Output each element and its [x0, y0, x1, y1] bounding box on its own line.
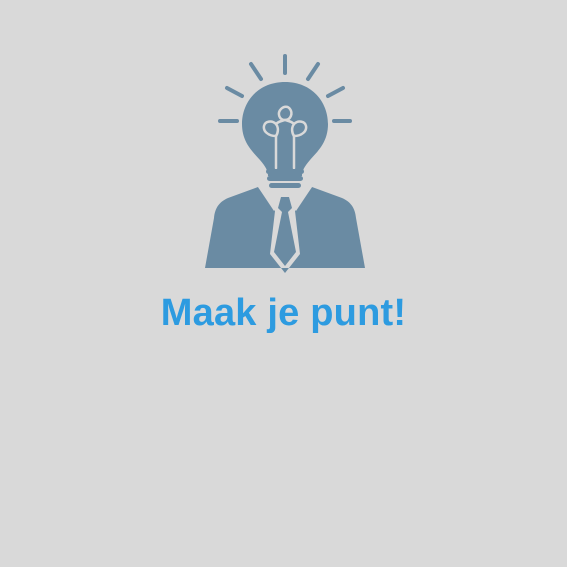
logo: Maak je punt!	[0, 0, 567, 567]
slogan: Maak je punt!	[160, 292, 407, 334]
light-ray	[306, 62, 320, 81]
lightbulb-glass	[242, 82, 328, 176]
light-ray	[225, 86, 244, 98]
light-ray	[326, 86, 345, 98]
lightbulb-base	[266, 169, 304, 188]
light-ray	[249, 62, 263, 81]
necktie	[274, 197, 296, 266]
lightbulb-head-person-icon	[205, 54, 365, 273]
